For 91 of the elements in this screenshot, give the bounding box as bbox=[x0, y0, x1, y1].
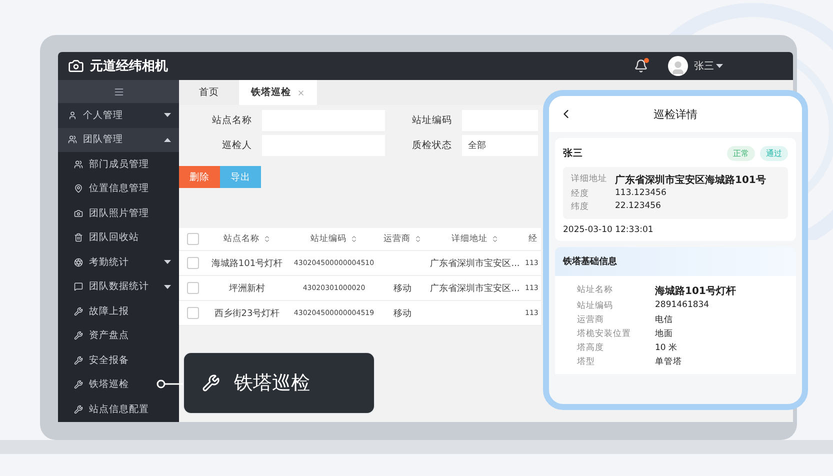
table-cell-text: 广东省深圳市宝安区... bbox=[429, 258, 521, 270]
field-value: 电信 bbox=[655, 314, 674, 326]
sort-icon bbox=[350, 235, 358, 243]
checkbox[interactable] bbox=[186, 282, 198, 294]
input-field[interactable]: 全部 bbox=[462, 135, 538, 156]
caret-icon bbox=[716, 64, 723, 68]
filter-label: 站址编码 bbox=[411, 114, 452, 127]
user-menu[interactable]: 张三 bbox=[694, 59, 723, 73]
tab[interactable]: 铁塔巡检 bbox=[239, 80, 317, 105]
sidebar-item[interactable]: 站点信息配置 bbox=[58, 397, 179, 422]
menu-item-icon bbox=[74, 331, 83, 340]
table-cell-text: 广东省深圳市宝安区... bbox=[429, 282, 521, 294]
menu-item-icon bbox=[74, 233, 83, 242]
menu-item-icon bbox=[74, 356, 83, 365]
field-label: 经度 bbox=[571, 188, 590, 200]
field-label: 纬度 bbox=[571, 201, 590, 213]
sidebar-item[interactable]: 铁塔巡检 bbox=[58, 372, 179, 397]
field-label: 站址名称 bbox=[577, 284, 614, 297]
field-value: 2891461834 bbox=[655, 300, 710, 312]
menu-item-icon bbox=[74, 380, 83, 390]
sidebar-item[interactable]: 团队数据统计 bbox=[58, 274, 179, 299]
field-value: 单管塔 bbox=[655, 356, 683, 368]
field-value: 海城路101号灯杆 bbox=[655, 284, 737, 298]
table-cell-text: 海城路101号灯杆 bbox=[210, 258, 284, 270]
field-label: 详细地址 bbox=[571, 173, 607, 186]
inspector-name: 张三 bbox=[563, 147, 584, 160]
checkbox[interactable] bbox=[186, 307, 198, 319]
sidebar-item[interactable]: 个人管理 bbox=[58, 103, 179, 128]
sidebar-item[interactable]: 团队管理 bbox=[58, 128, 179, 152]
menu-item-icon bbox=[74, 184, 83, 194]
timestamp: 2025-03-10 12:33:01 bbox=[563, 225, 654, 235]
table-cell-text: 西乡街23号灯杆 bbox=[213, 308, 281, 320]
table-cell-text: 坪洲新村 bbox=[228, 282, 266, 294]
menu-item-icon bbox=[74, 306, 83, 316]
table-cell-text: 移动 bbox=[392, 282, 412, 294]
avatar-icon[interactable] bbox=[668, 56, 688, 76]
field-label: 塔桅安装位置 bbox=[577, 328, 632, 340]
field-value: 地面 bbox=[655, 328, 674, 340]
column-header[interactable]: 站址编码 bbox=[288, 233, 380, 245]
column-header[interactable]: 站点名称 bbox=[206, 233, 288, 245]
sort-icon bbox=[414, 235, 422, 243]
field-label: 站址编码 bbox=[577, 300, 614, 312]
filter-label: 质检状态 bbox=[411, 139, 452, 152]
sort-icon bbox=[262, 235, 270, 243]
column-header[interactable]: 运营商 bbox=[380, 233, 425, 245]
sidebar-item[interactable]: 团队照片管理 bbox=[58, 201, 179, 226]
field-value: 22.123456 bbox=[615, 201, 662, 213]
filter-label: 站点名称 bbox=[211, 114, 252, 127]
sidebar-item[interactable]: 安全报备 bbox=[58, 348, 179, 372]
menu-icon[interactable] bbox=[114, 86, 124, 96]
wrench-icon bbox=[202, 374, 220, 392]
screen-title: 巡检详情 bbox=[652, 106, 698, 122]
checkbox[interactable] bbox=[186, 257, 198, 269]
sidebar-item[interactable]: 团队回收站 bbox=[58, 226, 179, 250]
checkbox[interactable] bbox=[186, 233, 198, 245]
caret-icon bbox=[164, 113, 171, 118]
caret-icon bbox=[164, 260, 171, 264]
menu-item-icon bbox=[74, 404, 83, 414]
callout-text: 铁塔巡检 bbox=[234, 371, 310, 396]
caret-icon bbox=[164, 138, 171, 142]
filter-label: 巡检人 bbox=[221, 139, 252, 152]
status-tag: 通过 bbox=[760, 146, 788, 161]
field-label: 塔型 bbox=[577, 356, 596, 368]
column-header[interactable]: 详细地址 bbox=[425, 233, 525, 245]
status-tag: 正常 bbox=[727, 146, 755, 161]
tab[interactable]: 首页 bbox=[179, 80, 239, 105]
menu-item-icon bbox=[68, 110, 77, 120]
section-header: 铁塔基础信息 bbox=[555, 247, 796, 276]
camera-logo-icon bbox=[68, 58, 84, 74]
menu-item-icon bbox=[74, 282, 83, 292]
field-label: 塔高度 bbox=[577, 342, 605, 354]
field-value: 广东省深圳市宝安区海城路101号 bbox=[615, 173, 767, 187]
menu-item-icon bbox=[74, 258, 83, 267]
app-title: 元道经纬相机 bbox=[90, 58, 168, 75]
sort-icon bbox=[490, 235, 498, 243]
menu-item-icon bbox=[74, 160, 83, 169]
close-icon[interactable] bbox=[297, 88, 305, 96]
sidebar-item[interactable]: 资产盘点 bbox=[58, 324, 179, 348]
sidebar-item[interactable]: 考勤统计 bbox=[58, 250, 179, 274]
column-header[interactable]: 经 bbox=[525, 233, 541, 245]
sidebar-item[interactable]: 部门成员管理 bbox=[58, 152, 179, 176]
bell-icon[interactable] bbox=[634, 59, 648, 73]
table-cell-text: 移动 bbox=[392, 308, 412, 320]
field-value: 113.123456 bbox=[615, 188, 668, 200]
field-value: 10 米 bbox=[655, 342, 679, 354]
sidebar-item[interactable]: 位置信息管理 bbox=[58, 176, 179, 201]
sidebar-item[interactable]: 故障上报 bbox=[58, 299, 179, 324]
caret-icon bbox=[164, 284, 171, 289]
menu-item-icon bbox=[74, 208, 83, 218]
menu-item-icon bbox=[68, 135, 77, 144]
field-label: 运营商 bbox=[577, 314, 605, 326]
